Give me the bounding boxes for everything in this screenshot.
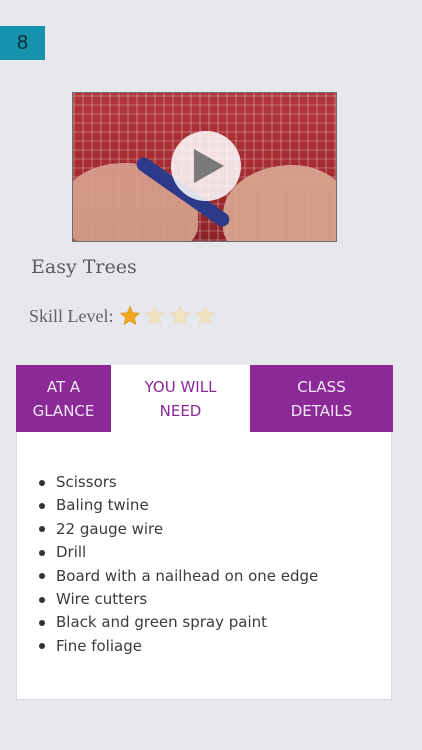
play-button[interactable] [171, 131, 241, 201]
bullet-icon [39, 643, 45, 650]
supply-text: Board with a nailhead on one edge [56, 566, 319, 585]
supply-text: Black and green spray paint [56, 613, 268, 632]
lesson-number: 8 [16, 31, 29, 54]
star-filled-icon [119, 305, 140, 326]
bullet-icon [39, 620, 45, 627]
video-thumbnail-hand-right [223, 165, 336, 241]
skill-level-label: Skill Level: [29, 305, 114, 326]
tab-label: AT A GLANCE [32, 378, 95, 420]
class-title: Easy Trees [31, 256, 137, 278]
list-item: Baling twine [39, 494, 318, 517]
list-item: Fine foliage [39, 635, 318, 658]
tab-label: CLASS DETAILS [290, 378, 353, 420]
supply-text: Fine foliage [56, 636, 142, 655]
supply-text: Wire cutters [56, 589, 148, 608]
skill-stars [119, 305, 216, 327]
bullet-icon [39, 503, 45, 510]
supplies-list: Scissors Baling twine 22 gauge wire Dril… [39, 471, 318, 658]
tab-at-a-glance[interactable]: AT A GLANCE [16, 365, 111, 432]
supply-text: Drill [56, 543, 87, 562]
list-item: Wire cutters [39, 588, 318, 611]
supply-text: 22 gauge wire [56, 519, 164, 538]
star-empty-icon [194, 305, 215, 326]
lesson-number-badge: 8 [0, 26, 45, 60]
tab-label: YOU WILL NEED [144, 378, 217, 420]
bullet-icon [39, 526, 45, 533]
supply-text: Scissors [56, 473, 117, 491]
tab-class-details[interactable]: CLASS DETAILS [250, 365, 393, 432]
supply-text: Baling twine [56, 496, 149, 515]
list-item: 22 gauge wire [39, 518, 318, 541]
bullet-icon [39, 596, 45, 603]
tab-bar: AT A GLANCE YOU WILL NEED CLASS DETAILS [16, 365, 393, 432]
list-item: Scissors [39, 471, 318, 494]
list-item: Drill [39, 541, 318, 564]
list-item: Black and green spray paint [39, 611, 318, 634]
tab-you-will-need[interactable]: YOU WILL NEED [111, 365, 250, 432]
bullet-icon [39, 479, 45, 486]
play-icon [194, 149, 224, 183]
bullet-icon [39, 549, 45, 556]
bullet-icon [39, 573, 45, 580]
star-empty-icon [144, 305, 165, 326]
list-item: Board with a nailhead on one edge [39, 565, 318, 588]
star-empty-icon [169, 305, 190, 326]
video-player[interactable] [72, 92, 337, 242]
skill-level: Skill Level: [29, 305, 216, 327]
